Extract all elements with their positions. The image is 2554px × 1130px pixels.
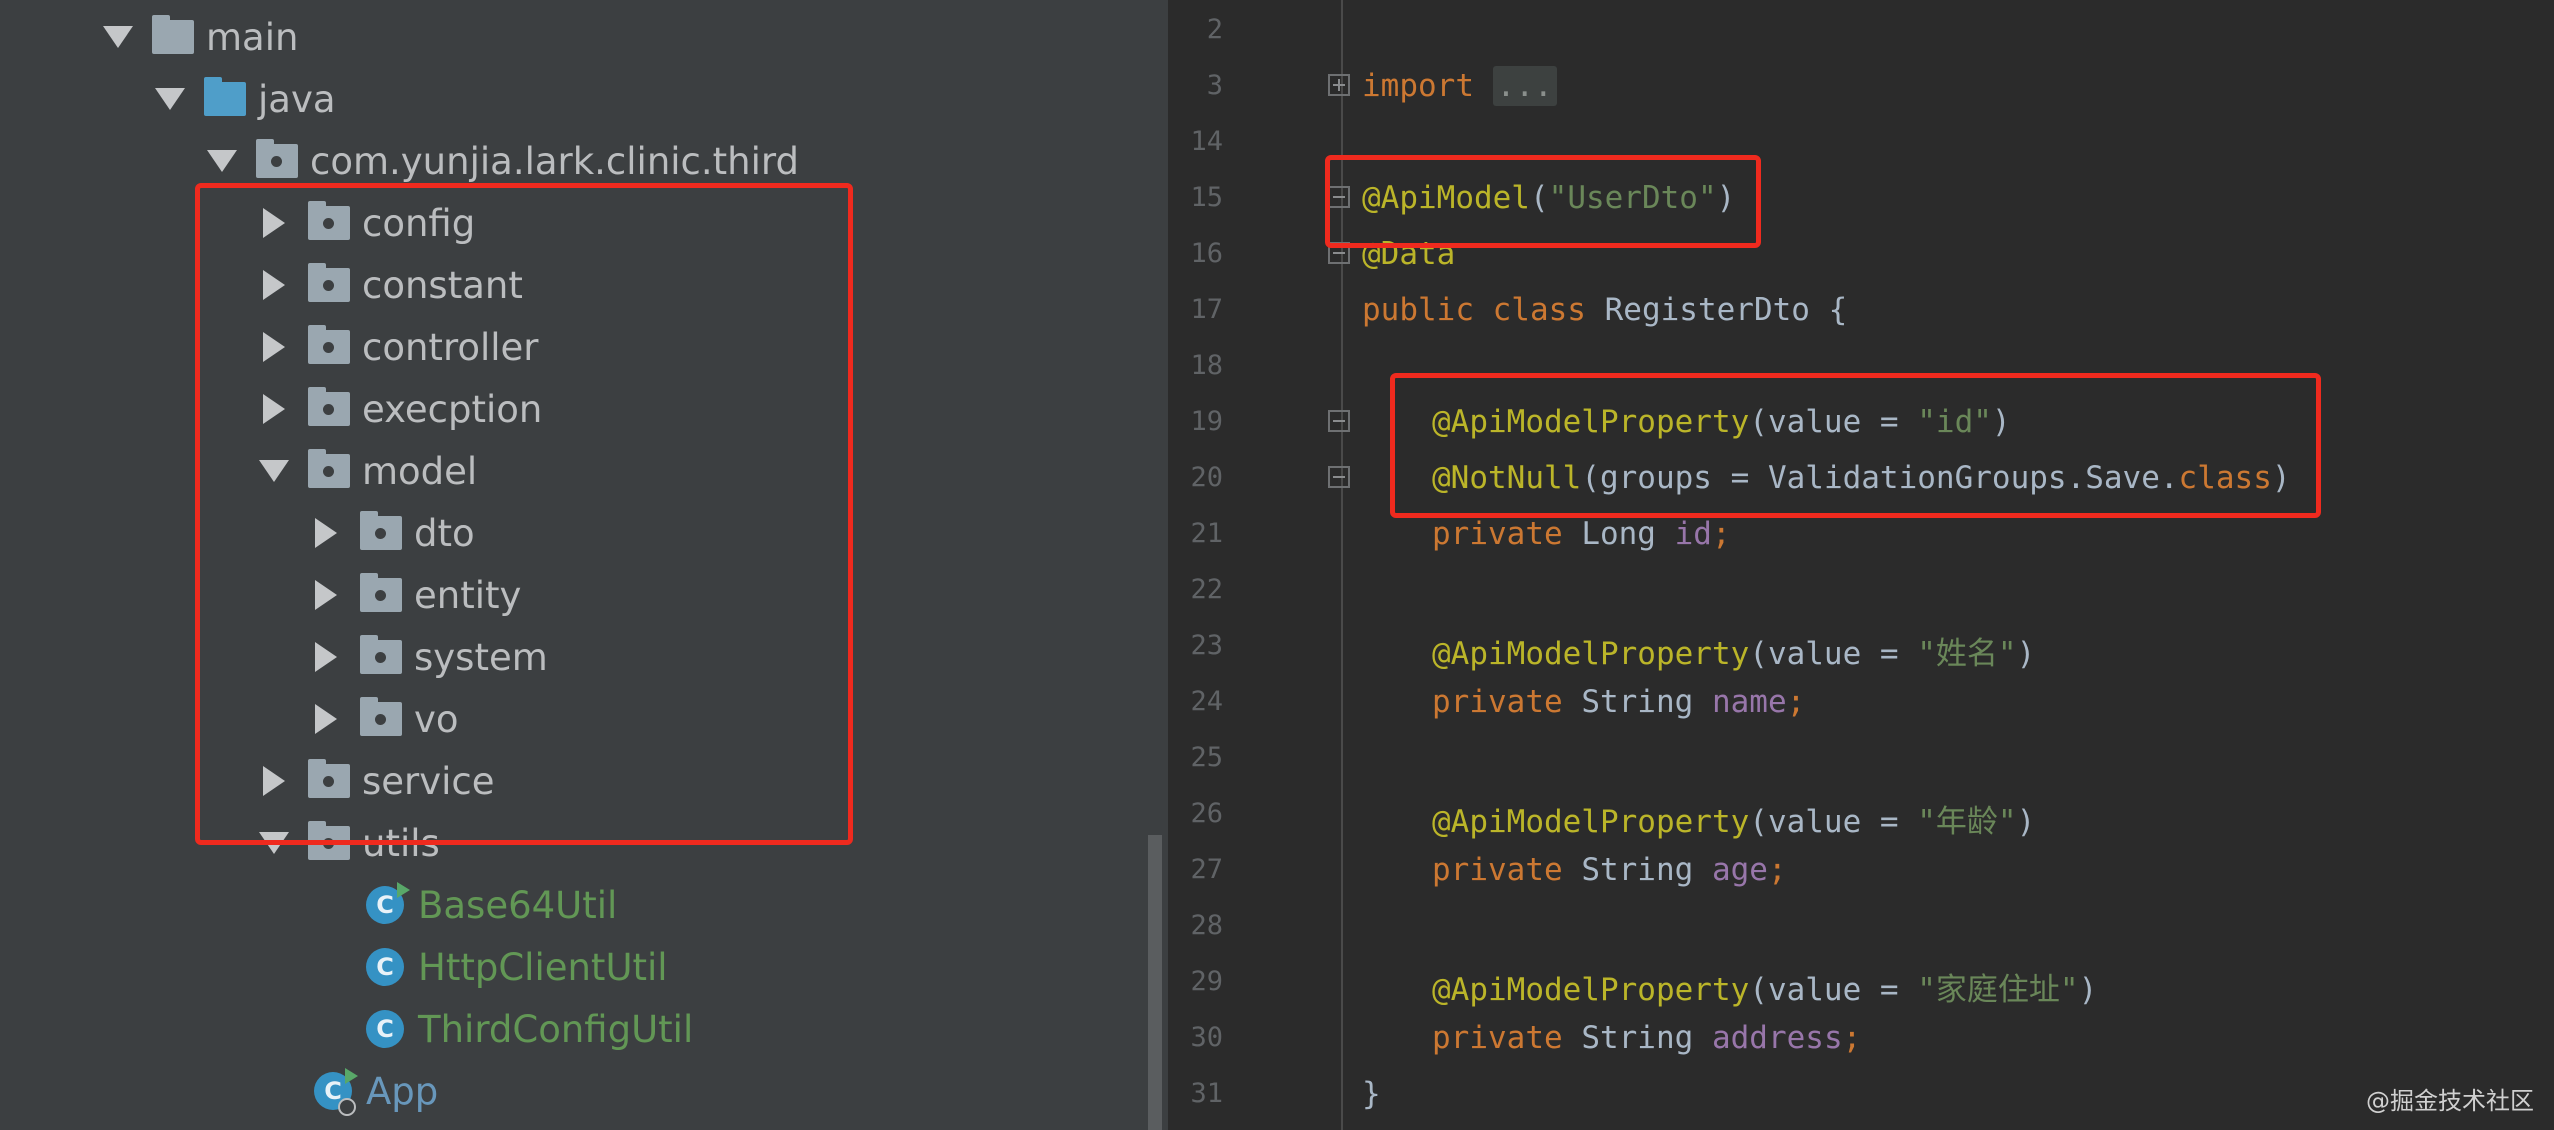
- code-line-field-name[interactable]: private String name;: [1432, 684, 1805, 720]
- code-line-class-decl[interactable]: public class RegisterDto {: [1362, 292, 1847, 328]
- code-line-property-address[interactable]: @ApiModelProperty(value = "家庭住址"): [1432, 964, 2097, 1009]
- tree-scrollbar[interactable]: [1148, 835, 1162, 1130]
- collapse-fold-icon[interactable]: [1328, 410, 1350, 432]
- line-number: 17: [1190, 294, 1223, 325]
- line-number: 24: [1190, 686, 1223, 717]
- tree-node-label: com.yunjia.lark.clinic.third: [310, 139, 799, 183]
- highlight-box-property-annotations: [1390, 373, 2321, 518]
- expand-fold-icon[interactable]: [1328, 74, 1350, 96]
- line-number: 28: [1190, 910, 1223, 941]
- tree-node-java[interactable]: java: [150, 68, 336, 130]
- line-number: 2: [1206, 14, 1223, 45]
- line-number: 18: [1190, 350, 1223, 381]
- line-number: 31: [1190, 1078, 1223, 1109]
- line-number: 3: [1206, 70, 1223, 101]
- code-line-field-address[interactable]: private String address;: [1432, 1020, 1861, 1056]
- tree-node-label: Base64Util: [418, 883, 618, 927]
- tree-node-label: ThirdConfigUtil: [418, 1007, 694, 1051]
- tree-node-main[interactable]: main: [98, 6, 298, 68]
- highlight-box-apimodel: [1325, 155, 1761, 248]
- tree-node-base64util[interactable]: C Base64Util: [366, 874, 617, 936]
- code-line-field-age[interactable]: private String age;: [1432, 852, 1787, 888]
- line-number: 20: [1190, 462, 1223, 493]
- class-icon: C: [366, 1010, 404, 1048]
- code-line-close-brace[interactable]: }: [1362, 1076, 1381, 1112]
- line-number: 25: [1190, 742, 1223, 773]
- tree-node-label: main: [206, 15, 299, 59]
- code-line-field-id[interactable]: private Long id;: [1432, 516, 1731, 552]
- expanded-arrow-icon[interactable]: [202, 150, 242, 172]
- source-folder-icon: [204, 77, 246, 116]
- tree-node-label: HttpClientUtil: [418, 945, 668, 989]
- line-number: 21: [1190, 518, 1223, 549]
- line-number: 26: [1190, 798, 1223, 829]
- folder-icon: [152, 15, 194, 54]
- code-line-import[interactable]: import ...: [1362, 66, 1557, 106]
- tree-node-app[interactable]: C App: [314, 1060, 438, 1122]
- line-number: 15: [1190, 182, 1223, 213]
- line-number: 23: [1190, 630, 1223, 661]
- expanded-arrow-icon[interactable]: [150, 88, 190, 110]
- package-icon: [256, 139, 298, 178]
- runnable-spring-class-icon: C: [314, 1068, 358, 1116]
- collapse-fold-icon[interactable]: [1328, 466, 1350, 488]
- tree-node-label: App: [366, 1069, 439, 1113]
- line-number: 14: [1190, 126, 1223, 157]
- highlight-box-packages: [195, 183, 853, 845]
- runnable-class-icon: C: [366, 882, 410, 924]
- tree-node-thirdconfigutil[interactable]: C ThirdConfigUtil: [366, 998, 693, 1060]
- expanded-arrow-icon[interactable]: [98, 26, 138, 48]
- line-number: 19: [1190, 406, 1223, 437]
- tree-node-label: java: [258, 77, 336, 121]
- class-icon: C: [366, 948, 404, 986]
- folded-imports[interactable]: ...: [1492, 66, 1557, 106]
- line-number: 22: [1190, 574, 1223, 605]
- line-number: 30: [1190, 1022, 1223, 1053]
- line-number: 27: [1190, 854, 1223, 885]
- line-number: 29: [1190, 966, 1223, 997]
- watermark: @掘金技术社区: [2366, 1087, 2534, 1115]
- code-line-property-age[interactable]: @ApiModelProperty(value = "年龄"): [1432, 796, 2035, 841]
- code-line-property-name[interactable]: @ApiModelProperty(value = "姓名"): [1432, 628, 2035, 673]
- line-number: 16: [1190, 238, 1223, 269]
- tree-node-httpclientutil[interactable]: C HttpClientUtil: [366, 936, 668, 998]
